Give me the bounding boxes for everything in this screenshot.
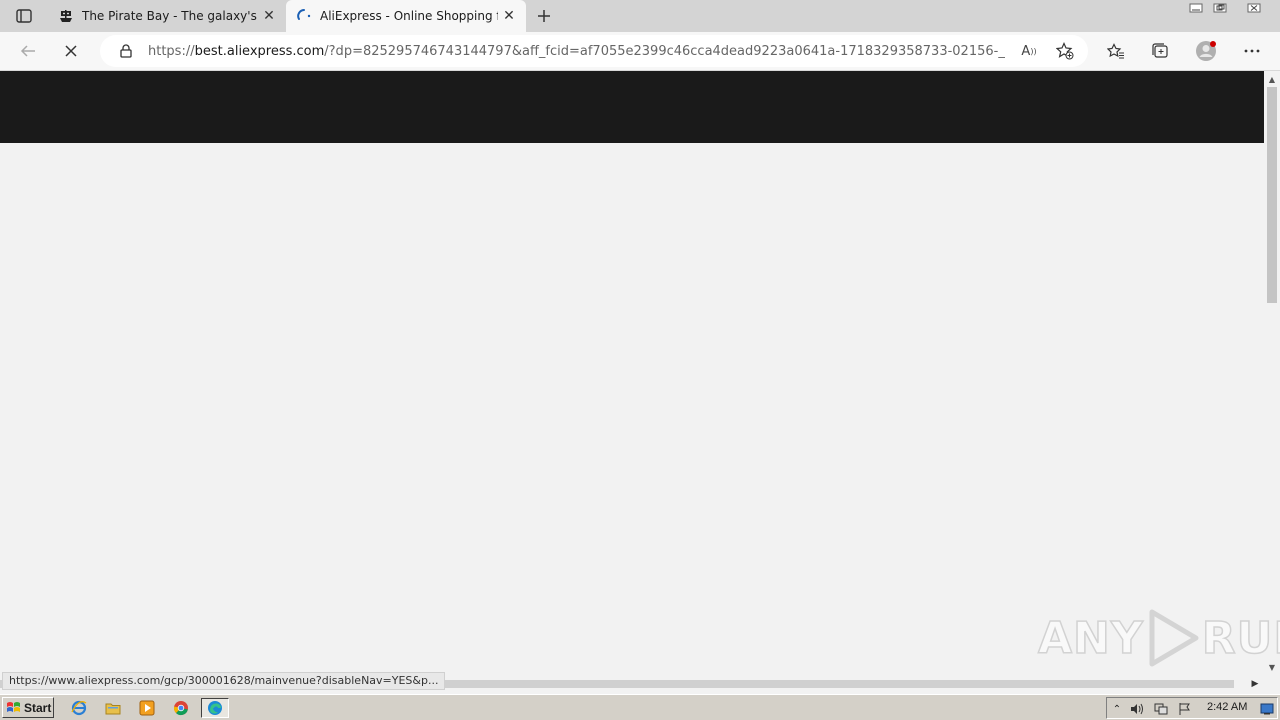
more-menu-button[interactable]: [1237, 37, 1267, 65]
avatar: [1196, 41, 1216, 61]
close-icon: [65, 45, 77, 57]
start-label: Start: [24, 700, 52, 715]
watermark-text-left: ANY: [1037, 612, 1144, 665]
url-scheme: https://: [148, 43, 195, 59]
windows-logo-icon: [7, 701, 20, 712]
favorites-button[interactable]: [1101, 37, 1131, 65]
new-tab-button[interactable]: [532, 4, 556, 28]
lock-icon[interactable]: [118, 44, 134, 58]
page-viewport: [0, 71, 1264, 677]
favorites-icon: [1107, 43, 1124, 59]
network-icon[interactable]: [1153, 701, 1169, 717]
address-bar[interactable]: https://best.aliexpress.com/?dp=82529574…: [100, 35, 1088, 67]
system-tray: ⌃ 2:42 AM: [1106, 697, 1278, 719]
anyrun-watermark: ANY RUN: [1037, 608, 1280, 668]
close-icon: [1247, 3, 1261, 13]
play-logo-icon: [1149, 609, 1199, 667]
tab-close-button[interactable]: ✕: [498, 5, 520, 27]
minimize-icon: [1189, 3, 1203, 13]
media-player-icon[interactable]: [136, 698, 158, 718]
tab-actions-icon: [16, 9, 32, 23]
pirate-ship-icon: [58, 8, 74, 24]
tab-pirate-bay[interactable]: The Pirate Bay - The galaxy's mo ✕: [48, 0, 286, 32]
edge-icon[interactable]: [201, 698, 229, 718]
read-aloud-icon[interactable]: A)): [1016, 38, 1042, 64]
tray-expand-icon[interactable]: ⌃: [1109, 701, 1125, 717]
tab-title: AliExpress - Online Shopping für: [320, 9, 498, 23]
tab-close-button[interactable]: ✕: [258, 5, 280, 27]
back-button[interactable]: [13, 37, 43, 65]
volume-icon[interactable]: [1129, 701, 1145, 717]
tab-title: The Pirate Bay - The galaxy's mo: [82, 9, 258, 23]
page-header-bar: [0, 71, 1264, 143]
url-text[interactable]: https://best.aliexpress.com/?dp=82529574…: [148, 44, 1006, 59]
url-host: best.aliexpress.com: [194, 43, 325, 59]
add-favorite-icon[interactable]: [1052, 38, 1078, 64]
show-desktop-icon[interactable]: [1259, 701, 1275, 717]
scroll-up-icon[interactable]: ▲: [1268, 75, 1276, 84]
explorer-folder-icon[interactable]: [102, 698, 124, 718]
clock[interactable]: 2:42 AM: [1207, 701, 1247, 713]
close-window-button[interactable]: [1242, 0, 1266, 16]
loading-spinner-icon: [296, 8, 312, 24]
tab-actions-button[interactable]: [10, 5, 38, 27]
tab-aliexpress[interactable]: AliExpress - Online Shopping für ✕: [286, 0, 526, 32]
taskbar: Start ⌃ 2:42 AM: [0, 694, 1280, 720]
action-center-flag-icon[interactable]: [1177, 701, 1193, 717]
status-url-tooltip: https://www.aliexpress.com/gcp/300001628…: [2, 672, 446, 690]
profile-button[interactable]: [1191, 37, 1221, 65]
collections-icon: [1152, 43, 1168, 58]
url-path: /?dp=825295746743144797&aff_fcid=af7055e…: [324, 43, 1006, 59]
more-dots-icon: [1244, 49, 1260, 53]
scroll-right-icon[interactable]: ▶: [1250, 679, 1260, 689]
start-button[interactable]: Start: [2, 697, 54, 718]
minimize-button[interactable]: [1184, 0, 1208, 16]
collections-button[interactable]: [1145, 37, 1175, 65]
restore-button[interactable]: [1208, 0, 1232, 16]
browser-toolbar: https://best.aliexpress.com/?dp=82529574…: [0, 32, 1280, 71]
restore-icon: [1213, 3, 1227, 13]
tab-strip: The Pirate Bay - The galaxy's mo ✕ AliEx…: [0, 0, 1280, 32]
ie-icon[interactable]: [68, 698, 90, 718]
watermark-text-right: RUN: [1201, 612, 1280, 665]
stop-loading-button[interactable]: [56, 37, 86, 65]
arrow-left-icon: [20, 45, 35, 57]
plus-icon: [538, 10, 550, 22]
vertical-scrollbar[interactable]: ▲ ▼: [1264, 71, 1280, 677]
chrome-icon[interactable]: [170, 698, 192, 718]
scrollbar-thumb[interactable]: [1267, 87, 1277, 303]
